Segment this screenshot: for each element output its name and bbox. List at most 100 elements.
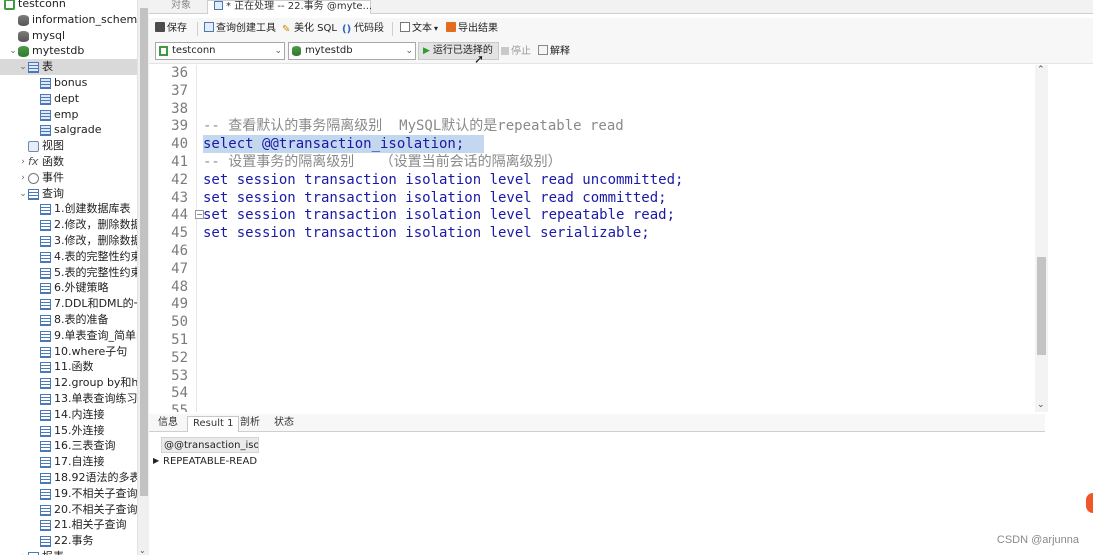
tree-item[interactable]: 视图 bbox=[0, 138, 137, 154]
code-snippet-button[interactable]: () 代码段 bbox=[342, 22, 384, 36]
tree-item[interactable]: bonus bbox=[0, 75, 137, 91]
database-select[interactable]: mytestdb ⌄ bbox=[288, 42, 416, 60]
tree-item[interactable]: 8.表的准备 bbox=[0, 312, 137, 328]
database-icon bbox=[18, 14, 29, 26]
tree-item[interactable]: 9.单表查询_简单的 bbox=[0, 328, 137, 344]
line-number: 42 bbox=[171, 171, 188, 188]
query-icon bbox=[40, 299, 51, 311]
tree-item[interactable]: ⌄ mytestdb bbox=[0, 43, 137, 59]
result-tab[interactable]: 信息 bbox=[153, 416, 183, 432]
tree-item[interactable]: 11.函数 bbox=[0, 359, 137, 375]
tree-item[interactable]: 10.where子句 bbox=[0, 344, 137, 360]
tree-item-label: 函数 bbox=[42, 155, 64, 168]
query-icon bbox=[40, 251, 51, 263]
chevron-right-icon[interactable]: › bbox=[18, 170, 28, 186]
line-number-gutter: 36 37 38 39 40 41 42 43 44 45 46 47 48 49 50 51 52 53 54 55 bbox=[149, 65, 197, 412]
tree-scrollbar[interactable]: ⌄ bbox=[137, 0, 149, 555]
tree-item[interactable]: emp bbox=[0, 107, 137, 123]
sql-editor[interactable]: 36 37 38 39 40 41 42 43 44 45 46 47 48 49 50 51 52 53 54 55… bbox=[149, 65, 1035, 412]
tree-item[interactable]: 2.修改，删除数据 bbox=[0, 217, 137, 233]
line-number: 37 bbox=[171, 82, 188, 99]
tree-item[interactable]: 6.外键策略 bbox=[0, 280, 137, 296]
code-comment-line[interactable]: -- 查看默认的事务隔离级别 MySQL默认的是repeatable read bbox=[203, 117, 624, 135]
tree-item[interactable]: 14.内连接 bbox=[0, 407, 137, 423]
line-number: 48 bbox=[171, 278, 188, 295]
query-icon bbox=[40, 362, 51, 374]
chevron-down-icon[interactable]: ⌄ bbox=[8, 43, 18, 59]
code-line[interactable]: set session transaction isolation level … bbox=[203, 206, 675, 224]
scroll-up-icon[interactable]: ⌃ bbox=[1037, 65, 1045, 75]
column-header[interactable]: @@transaction_isolation bbox=[161, 437, 259, 453]
tree-item[interactable]: 16.三表查询 bbox=[0, 438, 137, 454]
stop-button[interactable]: 停止 bbox=[501, 45, 531, 59]
tree-item[interactable]: 5.表的完整性约束- bbox=[0, 265, 137, 281]
tree-item[interactable]: 12.group by和hav bbox=[0, 375, 137, 391]
selected-code-line[interactable]: select @@transaction_isolation; bbox=[203, 135, 485, 154]
editor-scrollbar[interactable]: ⌃ ⌄ bbox=[1035, 65, 1048, 412]
run-selected-button[interactable]: ▶ 运行已选择的 bbox=[418, 42, 499, 60]
query-icon bbox=[40, 504, 51, 516]
tree-item[interactable]: dept bbox=[0, 91, 137, 107]
tree-item-label: dept bbox=[54, 91, 80, 105]
object-tree[interactable]: testconn information_schema mysql ⌄ mytestdb… bbox=[0, 0, 137, 555]
tree-item[interactable]: 22.事务 bbox=[0, 533, 137, 549]
tree-item[interactable]: › fx 函数 bbox=[0, 154, 137, 170]
line-number: 45 bbox=[171, 225, 188, 242]
stop-icon bbox=[501, 47, 509, 55]
tree-item[interactable]: 17.自连接 bbox=[0, 454, 137, 470]
tree-item[interactable]: information_schema bbox=[0, 12, 137, 28]
tree-item[interactable]: 3.修改，删除数据库 bbox=[0, 233, 137, 249]
save-button[interactable]: 保存 bbox=[155, 22, 187, 36]
connection-icon bbox=[4, 0, 15, 10]
code-line[interactable]: set session transaction isolation level … bbox=[203, 224, 650, 242]
tree-item[interactable]: salgrade bbox=[0, 122, 137, 138]
code-line[interactable]: set session transaction isolation level … bbox=[203, 189, 667, 207]
tree-scroll-down-icon[interactable]: ⌄ bbox=[139, 546, 146, 555]
result-tab[interactable]: Result 1 bbox=[187, 416, 240, 432]
tree-item[interactable]: ⌄ 查询 bbox=[0, 186, 137, 202]
tree-item-label: 16.三表查询 bbox=[54, 439, 116, 453]
beautify-sql-button[interactable]: ✎ 美化 SQL bbox=[282, 22, 337, 36]
tree-scrollbar-thumb[interactable] bbox=[140, 8, 148, 496]
query-builder-button[interactable]: 查询创建工具 bbox=[204, 22, 276, 36]
tree-item[interactable]: mysql bbox=[0, 28, 137, 44]
tree-item[interactable]: 21.相关子查询 bbox=[0, 517, 137, 533]
export-results-button[interactable]: 导出结果 bbox=[446, 22, 498, 36]
tree-item[interactable]: ⌄ 表 bbox=[0, 59, 137, 76]
result-tab[interactable]: 状态 bbox=[269, 416, 299, 432]
tree-item[interactable]: 7.DDL和DML的一! bbox=[0, 296, 137, 312]
tree-item[interactable]: › 报表 bbox=[0, 549, 137, 555]
result-cell[interactable]: REPEATABLE-READ bbox=[161, 454, 259, 470]
connection-select[interactable]: testconn ⌄ bbox=[155, 42, 285, 60]
watermark: CSDN @arjunna bbox=[996, 534, 1079, 546]
tree-item[interactable]: 1.创建数据库表 bbox=[0, 201, 137, 217]
tree-item[interactable]: 15.外连接 bbox=[0, 423, 137, 439]
code-line[interactable]: set session transaction isolation level … bbox=[203, 171, 683, 189]
result-grid[interactable]: @@transaction_isolation ▶ REPEATABLE-REA… bbox=[149, 433, 1045, 503]
chevron-right-icon[interactable]: › bbox=[18, 549, 28, 555]
chevron-down-icon[interactable]: ⌄ bbox=[18, 59, 28, 75]
tab-objects[interactable]: 对象 bbox=[165, 0, 197, 14]
database-icon bbox=[292, 46, 301, 56]
tree-item[interactable]: 4.表的完整性约束- bbox=[0, 249, 137, 265]
scroll-down-icon[interactable]: ⌄ bbox=[1037, 400, 1045, 410]
tree-item[interactable]: 19.不相关子查询_自 bbox=[0, 486, 137, 502]
editor-scrollbar-thumb[interactable] bbox=[1037, 257, 1046, 355]
tree-item-label: 17.自连接 bbox=[54, 455, 105, 469]
tab-bar: 对象 * 正在处理 -- 22.事务 @myte... bbox=[149, 0, 1093, 14]
tree-item[interactable]: testconn bbox=[0, 0, 137, 12]
result-tab[interactable]: 剖析 bbox=[235, 416, 265, 432]
tab-query[interactable]: * 正在处理 -- 22.事务 @myte... bbox=[207, 0, 372, 14]
tree-item[interactable]: › 事件 bbox=[0, 170, 137, 186]
event-icon bbox=[28, 172, 39, 184]
tree-item[interactable]: 20.不相关子查询_多 bbox=[0, 502, 137, 518]
text-button[interactable]: 文本 ▾ bbox=[400, 22, 438, 36]
code-comment-line[interactable]: -- 设置事务的隔离级别 （设置当前会话的隔离级别） bbox=[203, 153, 562, 171]
query-icon bbox=[40, 409, 51, 421]
tree-item[interactable]: 13.单表查询练习 bbox=[0, 391, 137, 407]
chevron-right-icon[interactable]: › bbox=[18, 154, 28, 170]
tree-item[interactable]: 18.92语法的多表查 bbox=[0, 470, 137, 486]
query-editor-pane: 对象 * 正在处理 -- 22.事务 @myte... 保存 查询创建工具 ✎ 美… bbox=[149, 0, 1093, 555]
explain-button[interactable]: 解释 bbox=[538, 45, 570, 59]
chevron-down-icon[interactable]: ⌄ bbox=[18, 186, 28, 202]
